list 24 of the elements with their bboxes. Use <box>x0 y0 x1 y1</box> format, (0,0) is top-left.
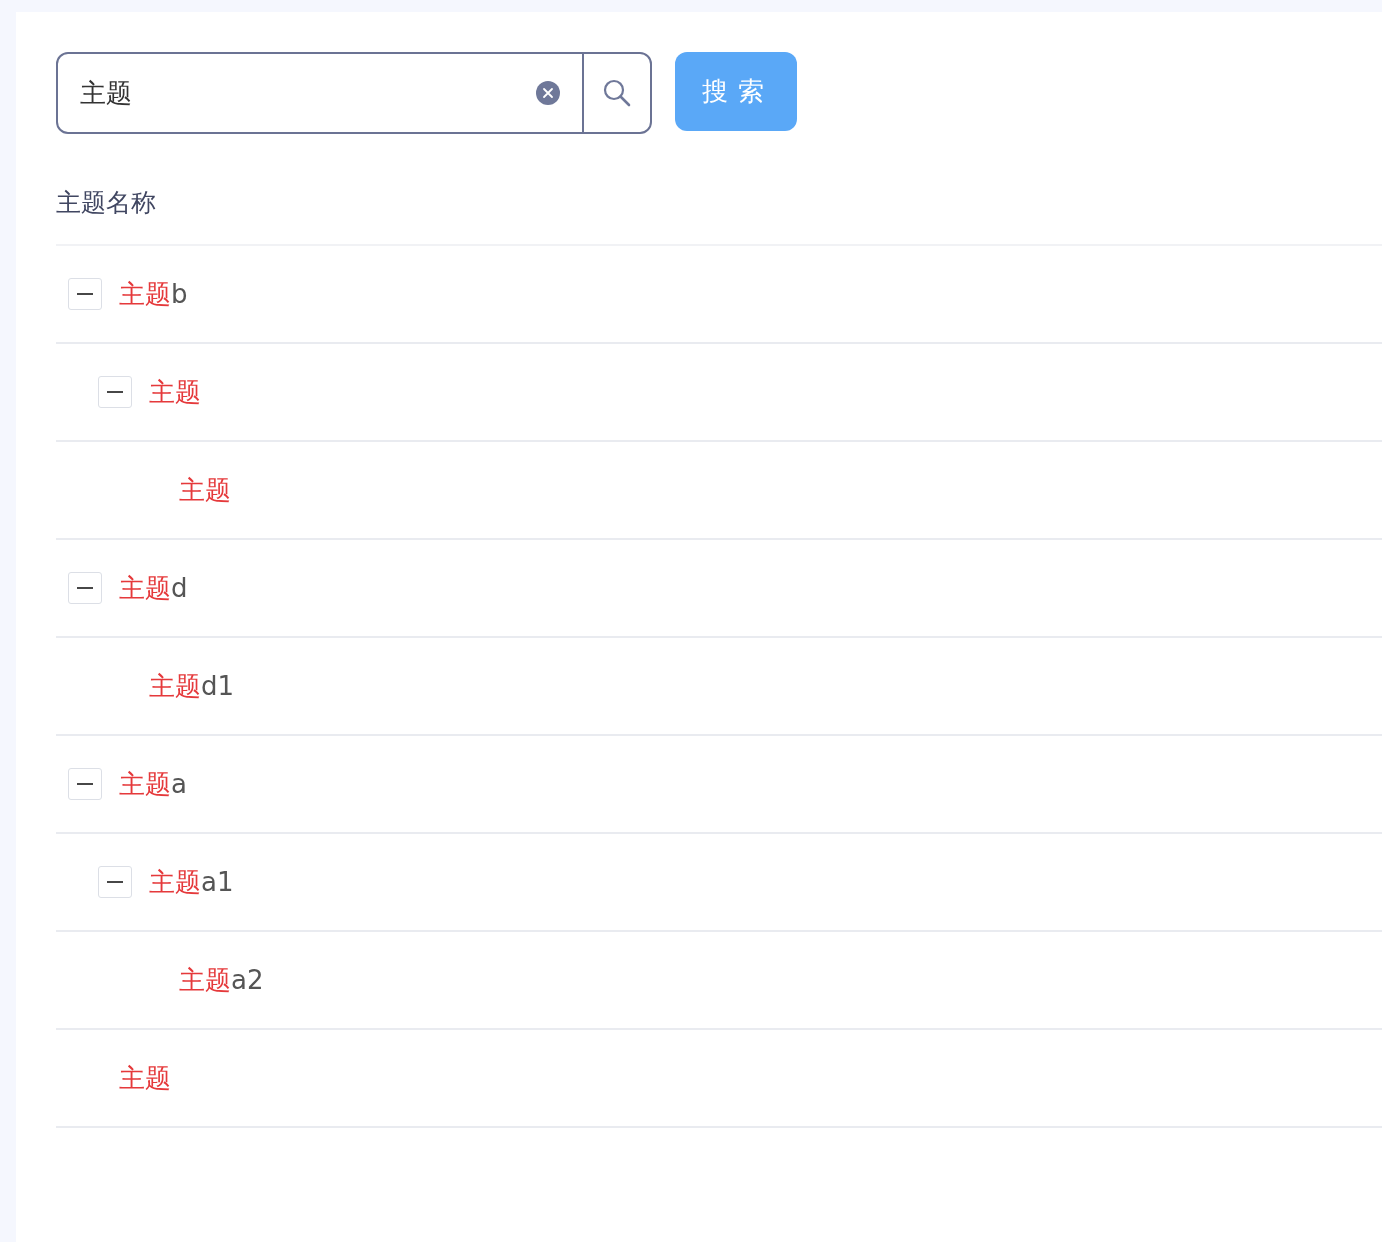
collapse-toggle[interactable] <box>68 768 102 800</box>
tree-node-label[interactable]: 主题a2 <box>179 962 264 998</box>
tree-node-label[interactable]: 主题d1 <box>149 668 235 704</box>
collapse-toggle[interactable] <box>68 278 102 310</box>
tree-node-label[interactable]: 主题 <box>179 472 231 508</box>
minus-icon <box>77 293 93 295</box>
tree-node-label[interactable]: 主题a <box>119 766 187 802</box>
minus-icon <box>107 881 123 883</box>
tree-node-label[interactable]: 主题b <box>119 276 188 312</box>
tree-node-label[interactable]: 主题 <box>119 1060 171 1096</box>
search-input[interactable]: 主题 <box>58 77 536 109</box>
collapse-toggle[interactable] <box>98 866 132 898</box>
collapse-toggle[interactable] <box>68 572 102 604</box>
tree-node-label[interactable]: 主题a1 <box>149 864 234 900</box>
minus-icon <box>77 587 93 589</box>
search-field[interactable]: 主题 <box>56 52 652 134</box>
column-header: 主题名称 <box>56 187 157 219</box>
collapse-toggle[interactable] <box>98 376 132 408</box>
clear-icon[interactable] <box>536 81 560 105</box>
minus-icon <box>107 391 123 393</box>
search-icon[interactable] <box>602 78 632 108</box>
tree-node-label[interactable]: 主题d <box>119 570 188 606</box>
tree-node-label[interactable]: 主题 <box>149 374 201 410</box>
minus-icon <box>77 783 93 785</box>
